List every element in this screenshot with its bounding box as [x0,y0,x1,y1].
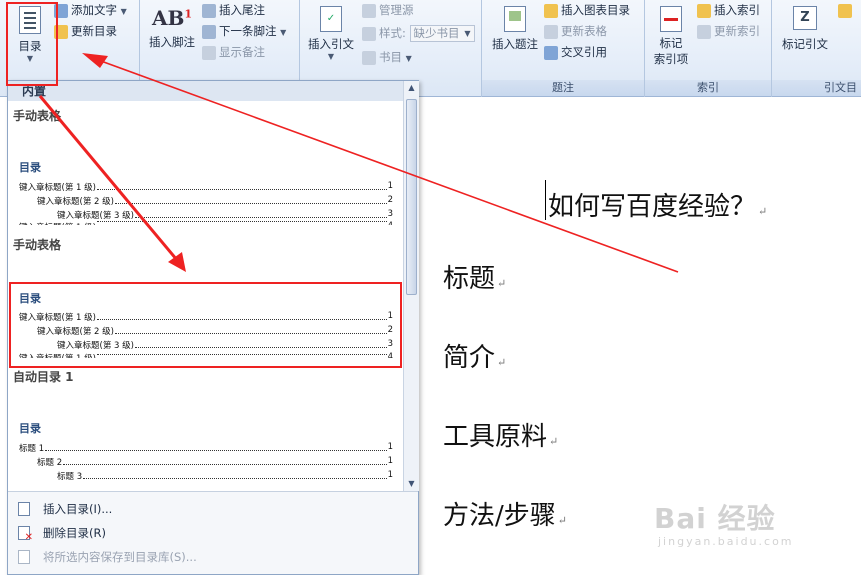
watermark-logo: Bai 经验 [654,502,776,535]
annotation-arrow-to-toc-button [89,56,679,273]
watermark-url: jingyan.baidu.com [658,535,794,548]
annotation-arrows [38,53,679,273]
annotation-arrowhead-toc-button [82,53,108,68]
annotation-arrowhead-toc-style [168,252,186,272]
annotation-arrow-to-toc-style [38,95,184,267]
baidu-jingyan-watermark: Bai 经验 jingyan.baidu.com [654,497,854,567]
